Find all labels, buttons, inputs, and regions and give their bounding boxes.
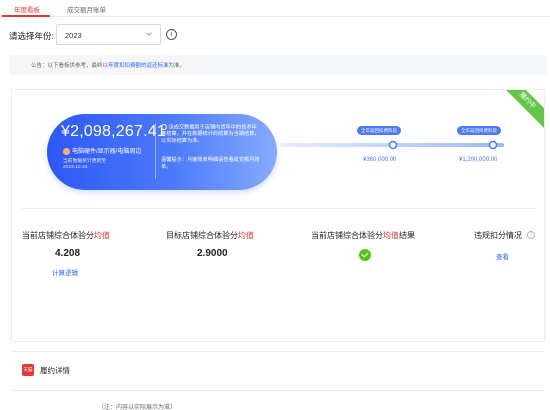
tab-monthly-bill[interactable]: 成交额月账单	[67, 4, 106, 14]
year-select-value: 2023	[65, 31, 82, 40]
category-icon	[63, 147, 70, 155]
pill-divider	[155, 123, 156, 179]
milestone-label: 全年返回扣费阶段	[357, 126, 401, 135]
milestone-label: 全年返回扣费阶段	[457, 126, 501, 135]
help-icon[interactable]	[527, 231, 535, 239]
category-badge: 电脑硬件/显示器/电脑周边	[63, 146, 141, 155]
calc-logic-link[interactable]: 计算逻辑	[52, 267, 78, 277]
view-violations-link[interactable]: 查看	[496, 251, 509, 261]
bottom-partial-text: （注：内容以实际展示为准）	[98, 405, 177, 410]
summary-tip: 温馨提示：月度账单明细请查看成交额月账单。	[161, 157, 260, 170]
update-time: 当前数据统计更新至 2023-10-24	[63, 159, 107, 170]
notice-bar: 公告：以下看板供参考，最终以年度扣扣费额的返还标准为准。	[9, 55, 547, 75]
summary-pill: ¥2,098,267.41 电脑硬件/显示器/电脑周边 当前数据统计更新至 20…	[47, 114, 277, 190]
active-tab-indicator	[2, 15, 50, 17]
metric-title: 当前店铺综合体验分均值	[22, 231, 110, 240]
tab-annual-board[interactable]: 年度看板	[14, 4, 40, 14]
tmall-logo: 天猫	[22, 364, 34, 376]
metric-value: 2.9000	[197, 248, 228, 259]
milestone-track	[280, 140, 504, 150]
milestone-amount: ¥1,200,000.00	[459, 157, 498, 163]
check-icon	[359, 249, 371, 261]
notice-text: 公告：以下看板供参考，最终以年度扣扣费额的返还标准为准。	[31, 63, 186, 69]
metric-title: 违规扣分情况	[474, 231, 522, 240]
milestone-dot	[488, 140, 498, 150]
milestone-amount: ¥360,000.00	[363, 157, 397, 163]
info-icon[interactable]	[166, 29, 177, 40]
metrics-divider	[22, 208, 536, 209]
year-filter-label: 请选择年份:	[9, 31, 54, 41]
notice-link[interactable]: 年度扣扣费额的返还标准	[108, 63, 169, 69]
annual-board-card: 履约中 ¥2,098,267.41 电脑硬件/显示器/电脑周边 当前数据统计更新…	[11, 89, 545, 342]
year-select[interactable]: 2023	[56, 24, 161, 45]
summary-note: 该成交数据用于店铺内货年中的技术年度结算，并在数据统计的结算为当期结算，以实际结…	[161, 124, 260, 145]
performance-section[interactable]: 天猫 履约详情	[11, 351, 545, 391]
performance-title: 履约详情	[40, 366, 70, 375]
question-icon	[161, 124, 167, 130]
chevron-down-icon	[146, 32, 152, 36]
summary-amount: ¥2,098,267.41	[61, 123, 166, 140]
metric-title: 当前店铺综合体验分均值结果	[311, 231, 415, 240]
milestone-dot	[388, 140, 398, 150]
metric-value: 4.208	[55, 248, 81, 259]
metric-title: 目标店铺综合体验分均值	[166, 231, 254, 240]
tab-bar: 年度看板 成交额月账单	[0, 0, 550, 17]
